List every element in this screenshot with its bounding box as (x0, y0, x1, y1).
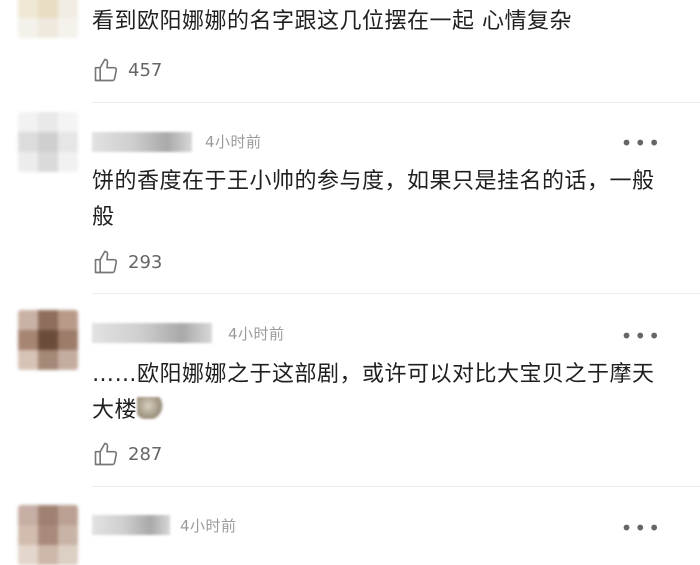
timestamp: 4小时前 (180, 517, 237, 535)
comment-text: 饼的香度在于王小帅的参与度，如果只是挂名的话，一般般 (92, 169, 655, 230)
username[interactable] (92, 132, 192, 152)
like-button[interactable]: 457 (92, 56, 162, 84)
thumbs-up-icon (94, 250, 118, 274)
timestamp: 4小时前 (205, 133, 262, 151)
more-dots-icon[interactable]: ••• (621, 326, 662, 346)
emoji-icon (137, 397, 166, 419)
like-count: 293 (128, 251, 163, 273)
like-button[interactable]: 287 (92, 440, 162, 468)
divider (92, 486, 700, 487)
avatar[interactable] (18, 112, 78, 172)
more-dots-icon[interactable]: ••• (621, 518, 662, 538)
divider (92, 102, 700, 103)
like-button[interactable]: 293 (92, 248, 162, 276)
comment-text: ……欧阳娜娜之于这部剧，或许可以对比大宝贝之于摩天大楼 (92, 357, 662, 429)
comment-text-body: ……欧阳娜娜之于这部剧，或许可以对比大宝贝之于摩天大楼 (92, 362, 655, 423)
comment-text: 看到欧阳娜娜的名字跟这几位摆在一起 心情复杂 (92, 9, 572, 34)
avatar[interactable] (18, 310, 78, 370)
thumbs-up-icon (94, 58, 118, 82)
username[interactable] (92, 323, 212, 343)
like-count: 287 (128, 443, 163, 465)
thumbs-up-icon (94, 442, 118, 466)
avatar[interactable] (18, 0, 78, 38)
like-count: 457 (128, 59, 163, 81)
avatar[interactable] (18, 505, 78, 565)
divider (92, 293, 700, 294)
more-dots-icon[interactable]: ••• (621, 133, 662, 153)
timestamp: 4小时前 (228, 325, 285, 343)
username[interactable] (92, 515, 170, 535)
